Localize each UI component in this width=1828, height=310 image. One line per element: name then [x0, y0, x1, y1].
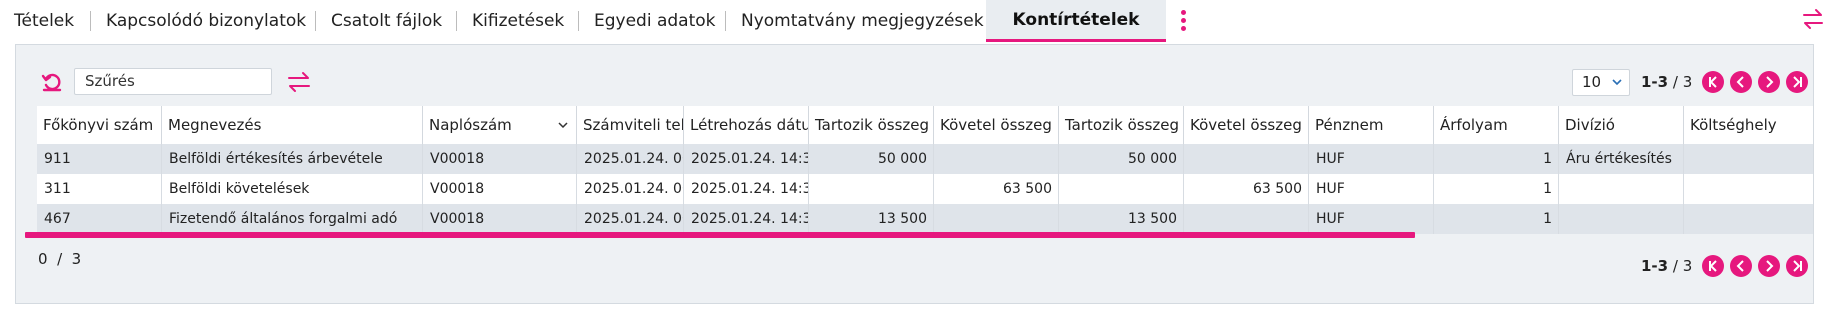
column-header[interactable]: Követel összeg HUF: [934, 106, 1059, 144]
cell-debit-huf: 50 000: [809, 144, 934, 174]
cell-name: Belföldi értékesítés árbevétele: [162, 144, 423, 174]
pager-range: 1-3 / 3: [1641, 73, 1693, 91]
table-row[interactable]: 311 Belföldi követelések V00018 2025.01.…: [37, 174, 1813, 204]
cell-cost-center: [1684, 204, 1813, 234]
cell-rate: 1: [1434, 174, 1559, 204]
cell-cost-center: [1684, 144, 1813, 174]
cell-name: Fizetendő általános forgalmi adó: [162, 204, 423, 234]
cell-debit: 13 500: [1059, 204, 1184, 234]
cell-credit-huf: [934, 204, 1059, 234]
cell-division: [1559, 204, 1684, 234]
page-size-select[interactable]: 10: [1572, 69, 1630, 96]
column-header[interactable]: Tartozik összeg HUF: [809, 106, 934, 144]
table-row[interactable]: 467 Fizetendő általános forgalmi adó V00…: [37, 204, 1813, 234]
tab-divider: [456, 11, 457, 31]
cell-journal: V00018: [423, 144, 577, 174]
cell-credit-huf: [934, 144, 1059, 174]
tab-bar: Tételek Kapcsolódó bizonylatok Csatolt f…: [0, 0, 1828, 42]
tab-csatolt-fajlok[interactable]: Csatolt fájlok: [331, 0, 442, 42]
next-page-icon[interactable]: [1758, 255, 1781, 277]
column-header[interactable]: Árfolyam: [1434, 106, 1559, 144]
chevron-down-icon: [1612, 79, 1622, 86]
cell-created-date: 2025.01.24. 14:30: [684, 174, 809, 204]
cell-fulfilment-date: 2025.01.24. 00:00: [577, 144, 684, 174]
last-page-icon[interactable]: [1786, 255, 1809, 277]
cell-credit: [1184, 144, 1309, 174]
cell-fulfilment-date: 2025.01.24. 00:00: [577, 204, 684, 234]
swap-arrows-icon[interactable]: [1800, 6, 1826, 32]
cell-currency: HUF: [1309, 204, 1434, 234]
more-tabs-icon[interactable]: [1178, 8, 1188, 34]
sort-desc-icon[interactable]: [558, 120, 568, 130]
pager-bottom: 1-3 / 3: [1641, 254, 1809, 278]
cell-debit: 50 000: [1059, 144, 1184, 174]
previous-page-icon[interactable]: [1730, 255, 1753, 277]
cell-rate: 1: [1434, 144, 1559, 174]
table-header: Főkönyvi szám Megnevezés Naplószám Számv…: [37, 106, 1813, 144]
column-header[interactable]: Költséghely: [1684, 106, 1813, 144]
horizontal-scrollbar[interactable]: [25, 232, 1415, 238]
tab-kifizetesek[interactable]: Kifizetések: [472, 0, 564, 42]
cell-debit: [1059, 174, 1184, 204]
previous-page-icon[interactable]: [1730, 71, 1753, 93]
swap-arrows-icon[interactable]: [286, 70, 312, 94]
filter-input[interactable]: Szűrés: [74, 68, 272, 95]
cell-account: 467: [37, 204, 162, 234]
cell-credit-huf: 63 500: [934, 174, 1059, 204]
selection-count: 0 / 3: [38, 250, 82, 268]
tab-divider: [725, 11, 726, 31]
cell-journal: V00018: [423, 174, 577, 204]
cell-name: Belföldi követelések: [162, 174, 423, 204]
cell-currency: HUF: [1309, 144, 1434, 174]
tab-divider: [90, 11, 91, 31]
tab-egyedi-adatok[interactable]: Egyedi adatok: [594, 0, 716, 42]
cell-debit-huf: 13 500: [809, 204, 934, 234]
first-page-icon[interactable]: [1702, 255, 1725, 277]
tab-divider: [578, 11, 579, 31]
cell-credit: 63 500: [1184, 174, 1309, 204]
cell-journal: V00018: [423, 204, 577, 234]
cell-created-date: 2025.01.24. 14:30: [684, 144, 809, 174]
column-header[interactable]: Pénznem: [1309, 106, 1434, 144]
tab-nyomtatvany-megjegyzesek[interactable]: Nyomtatvány megjegyzések: [741, 0, 984, 42]
cell-division: Áru értékesítés: [1559, 144, 1684, 174]
cell-account: 311: [37, 174, 162, 204]
reset-filter-icon[interactable]: [40, 70, 64, 94]
column-header[interactable]: Létrehozás dátuma: [684, 106, 809, 144]
next-page-icon[interactable]: [1758, 71, 1781, 93]
tab-kapcsolodo-bizonylatok[interactable]: Kapcsolódó bizonylatok: [106, 0, 306, 42]
cell-credit: [1184, 204, 1309, 234]
tab-kontirtetelek[interactable]: Kontírtételek: [986, 0, 1166, 42]
cell-division: [1559, 174, 1684, 204]
cell-rate: 1: [1434, 204, 1559, 234]
page-size-value: 10: [1582, 73, 1602, 91]
pager-top: 1-3 / 3: [1641, 70, 1809, 94]
cell-created-date: 2025.01.24. 14:30: [684, 204, 809, 234]
cell-cost-center: [1684, 174, 1813, 204]
last-page-icon[interactable]: [1786, 71, 1809, 93]
tab-divider: [315, 11, 316, 31]
column-header[interactable]: Követel összeg: [1184, 106, 1309, 144]
cell-account: 911: [37, 144, 162, 174]
first-page-icon[interactable]: [1702, 71, 1725, 93]
cell-currency: HUF: [1309, 174, 1434, 204]
tab-tetelek[interactable]: Tételek: [14, 0, 74, 42]
column-header[interactable]: Megnevezés: [162, 106, 423, 144]
table-row[interactable]: 911 Belföldi értékesítés árbevétele V000…: [37, 144, 1813, 174]
column-header-label: Naplószám: [429, 116, 512, 134]
contra-entries-table: Főkönyvi szám Megnevezés Naplószám Számv…: [37, 106, 1813, 240]
column-header[interactable]: Tartozik összeg: [1059, 106, 1184, 144]
cell-debit-huf: [809, 174, 934, 204]
pager-range: 1-3 / 3: [1641, 257, 1693, 275]
column-header-sorted[interactable]: Naplószám: [423, 106, 577, 144]
column-header[interactable]: Divízió: [1559, 106, 1684, 144]
column-header[interactable]: Főkönyvi szám: [37, 106, 162, 144]
cell-fulfilment-date: 2025.01.24. 00:00: [577, 174, 684, 204]
column-header[interactable]: Számviteli teljesítés: [577, 106, 684, 144]
